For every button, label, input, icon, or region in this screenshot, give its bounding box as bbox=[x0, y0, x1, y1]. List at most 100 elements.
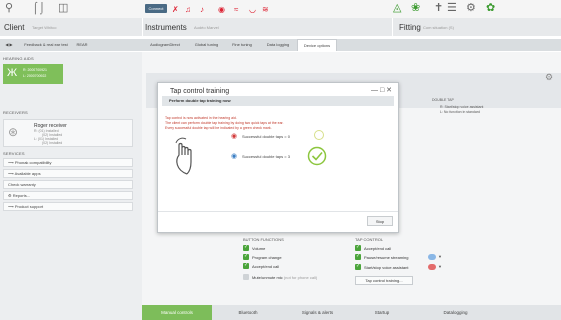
status-right: Successful double taps = 0 bbox=[242, 134, 290, 139]
top-toolbar: ⚲ ⌠⌡ ◫ Connect ✗ ♫ ♪ ◉ ≈ ◡ ≋ ◬ ❀ ✝ ☰ ⚙ ✿ bbox=[0, 0, 561, 18]
option-program-change: Program change bbox=[252, 255, 282, 260]
service-phonak-compatibility[interactable]: ⟶ Phonak compatibility bbox=[3, 158, 133, 167]
tab-back[interactable]: ◀ ▶ bbox=[2, 39, 16, 51]
fitting-header[interactable]: Fitting Com situation (S) bbox=[393, 18, 561, 36]
receiver-line: (02) Installed bbox=[42, 141, 63, 145]
btab-startup[interactable]: Startup bbox=[357, 305, 407, 320]
window-controls[interactable]: — □ ✕ bbox=[371, 86, 392, 94]
fit-icon[interactable]: ❀ bbox=[411, 3, 420, 14]
loop-icon[interactable]: ◡ bbox=[249, 6, 256, 14]
option-voice-assistant: Start/stop voice assistant bbox=[364, 265, 409, 270]
dialog-line: Tap control is now activated in the hear… bbox=[165, 116, 237, 120]
left-ear-icon: ◉ bbox=[231, 153, 238, 160]
receiver-icon: ⊛ bbox=[8, 125, 19, 139]
tab-data-logging[interactable]: Data logging bbox=[260, 39, 296, 51]
option-mute-mic-label: Mute/unmute mic bbox=[252, 275, 283, 280]
phonak-icon[interactable]: ✿ bbox=[486, 3, 495, 14]
option-accept-call: Accept/end call bbox=[252, 264, 280, 269]
btab-signals-alerts[interactable]: Signals & alerts bbox=[285, 305, 350, 320]
option-mute-mic: Mute/unmute mic (not for phone call) bbox=[252, 275, 317, 280]
service-available-apps[interactable]: ⟶ Available apps bbox=[3, 169, 133, 178]
checkbox-tap-accept-call[interactable] bbox=[355, 244, 361, 251]
dropdown-chevron-icon[interactable]: ▼ bbox=[438, 264, 442, 269]
checkbox-accept-call[interactable] bbox=[243, 262, 249, 269]
instruments-header[interactable]: Instruments Audéo Marvel bbox=[143, 18, 392, 36]
tools-icon[interactable]: ⚙ bbox=[466, 3, 476, 14]
button-functions-title: BUTTON FUNCTIONS bbox=[243, 237, 284, 242]
service-check-warranty[interactable]: Check warranty bbox=[3, 180, 133, 189]
dialog-line: Every successful double tap will be indi… bbox=[165, 126, 272, 130]
boost-icon[interactable]: ♪ bbox=[200, 6, 204, 14]
right-ear-icon: ◉ bbox=[231, 133, 238, 140]
dropdown-chevron-icon[interactable]: ▼ bbox=[438, 254, 442, 259]
dialog-title: Tap control training bbox=[170, 88, 230, 95]
audio-icon[interactable]: ♫ bbox=[185, 6, 191, 14]
checkbox-pause-streaming[interactable] bbox=[355, 253, 361, 260]
mute-icon[interactable]: ✗ bbox=[172, 6, 179, 14]
dialog-divider bbox=[158, 211, 398, 212]
equalizer-icon[interactable]: ☰ bbox=[447, 3, 457, 14]
checkbox-voice-assistant[interactable] bbox=[355, 263, 361, 270]
signal-icon[interactable]: ≈ bbox=[234, 6, 238, 14]
tap-control-dialog: Tap control training — □ ✕ Perform doubl… bbox=[157, 82, 399, 233]
hearing-aid-card[interactable]: Ж R: 2000700921 L: 2000700922 bbox=[3, 64, 63, 84]
tab-device-options[interactable]: Device options bbox=[297, 39, 337, 51]
tab-global-tuning[interactable]: Global tuning bbox=[190, 39, 223, 51]
btab-bluetooth[interactable]: Bluetooth bbox=[218, 305, 278, 320]
checkbox-program-change[interactable] bbox=[243, 253, 249, 260]
dialog-line: The client can perform double tap traini… bbox=[165, 121, 284, 125]
receivers-title: RECEIVERS bbox=[3, 110, 28, 115]
option-pause-streaming: Pause/resume streaming bbox=[364, 255, 409, 260]
fitting-sub: Com situation (S) bbox=[423, 25, 454, 30]
tab-fine-tuning[interactable]: Fine tuning bbox=[228, 39, 256, 51]
instruments-sub: Audéo Marvel bbox=[194, 25, 219, 30]
hearing-aids-title: HEARING AIDS bbox=[3, 56, 34, 61]
pending-circle-icon bbox=[314, 130, 324, 140]
hearing-aid-icon: Ж bbox=[7, 67, 18, 79]
person-icon[interactable]: ⚲ bbox=[5, 3, 13, 14]
double-tap-left: L: No function in standard bbox=[440, 110, 480, 114]
service-reports[interactable]: ⚙ Reports... bbox=[3, 191, 133, 200]
left-side-toggle[interactable] bbox=[428, 254, 436, 260]
service-product-support[interactable]: ⟶ Product support bbox=[3, 202, 133, 211]
tap-hand-icon bbox=[175, 137, 192, 175]
hearing-aid-left: L: 2000700922 bbox=[23, 74, 47, 78]
instruments-icon[interactable]: ◫ bbox=[58, 3, 68, 14]
btab-datalogging[interactable]: Datalogging bbox=[418, 305, 493, 320]
hearing-aids-icon[interactable]: ⌠⌡ bbox=[32, 3, 45, 14]
dialog-instruction-bar: Perform double tap training now bbox=[162, 96, 394, 106]
option-mute-mic-hint: (not for phone call) bbox=[283, 275, 318, 280]
settings-gear-icon[interactable]: ⚙ bbox=[545, 72, 553, 83]
service-label: Product support bbox=[14, 204, 44, 209]
checkbox-mute-mic[interactable] bbox=[243, 274, 249, 280]
option-volume: Volume bbox=[252, 246, 266, 251]
tab-rear[interactable]: REAR bbox=[74, 39, 90, 51]
tap-control-title: TAP CONTROL bbox=[355, 237, 384, 242]
tap-control-training-button[interactable]: Tap control training... bbox=[355, 276, 413, 285]
services-title: SERVICES bbox=[3, 151, 25, 156]
option-tap-accept-call: Accept/end call bbox=[364, 246, 392, 251]
status-left: Successful double taps = 3 bbox=[242, 154, 290, 159]
double-tap-title: DOUBLE TAP bbox=[432, 98, 454, 102]
world-icon[interactable]: ◬ bbox=[393, 3, 401, 14]
wind-icon[interactable]: ≋ bbox=[262, 6, 269, 14]
hearing-aid-right: R: 2000700921 bbox=[23, 68, 47, 72]
connect-button[interactable]: Connect bbox=[145, 4, 167, 13]
tab-audiogram[interactable]: AudiogramDirect bbox=[145, 39, 185, 51]
fitting-label: Fitting bbox=[399, 23, 421, 32]
btab-manual-controls[interactable]: Manual controls bbox=[142, 305, 212, 320]
tab-feedback[interactable]: Feedback & real ear test bbox=[20, 39, 72, 51]
stop-button[interactable]: Stop bbox=[367, 216, 393, 226]
double-tap-right: R: Start/stop voice assistant bbox=[440, 105, 484, 109]
client-header[interactable]: Client Target Whitco bbox=[0, 18, 142, 36]
program-icon[interactable]: ◉ bbox=[218, 6, 225, 14]
checkbox-volume[interactable] bbox=[243, 244, 249, 251]
receiver-card[interactable]: ⊛ Roger receiver R: (01) Installed (02) … bbox=[3, 119, 133, 147]
service-label: Reports... bbox=[12, 193, 31, 198]
pin-icon[interactable]: ✝ bbox=[434, 3, 443, 14]
service-label: Check warranty bbox=[8, 182, 36, 187]
client-name: Target Whitco bbox=[32, 25, 57, 30]
right-side-toggle[interactable] bbox=[428, 264, 436, 270]
check-circle-icon bbox=[307, 146, 327, 166]
service-label: Phonak compatibility bbox=[14, 160, 52, 165]
